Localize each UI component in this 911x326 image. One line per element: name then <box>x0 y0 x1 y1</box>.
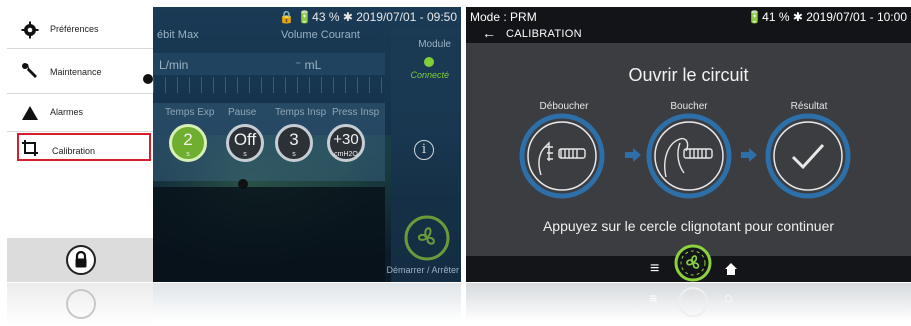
lock-icon <box>143 74 153 84</box>
bottom-bar: ≡ <box>466 244 911 282</box>
menu-item-alarmes[interactable]: Alarmes <box>7 94 153 132</box>
fan-start-button[interactable] <box>674 244 712 282</box>
knob-value: 3 <box>289 130 299 149</box>
menu-item-maintenance[interactable]: Maintenance <box>7 50 153 94</box>
menu-item-calibration[interactable]: Calibration <box>17 133 151 161</box>
instruction-title: Ouvrir le circuit <box>628 65 749 85</box>
reflection-fan-icon <box>678 287 708 317</box>
pressure-ruler <box>153 77 385 93</box>
graph-panel <box>153 187 385 282</box>
volume-unit: ⁻ mL <box>295 58 322 72</box>
start-stop-fan-button[interactable] <box>403 214 451 262</box>
status-text: 🔋41 % ✱ 2019/07/01 - 10:00 <box>747 10 907 24</box>
volume-courant-label: Volume Courant <box>281 29 360 41</box>
start-stop-label: Démarrer / Arrêter <box>386 265 459 275</box>
mode-label: Mode : PRM <box>470 10 537 24</box>
knob-pause[interactable]: Off s <box>226 124 264 162</box>
arrow-right-icon <box>741 148 757 162</box>
side-drawer: Préférences Maintenance Alarmes Calibrat… <box>7 7 153 282</box>
knob-value: Off <box>233 130 257 149</box>
main-screen: 🔒 🔋43 % ✱ 2019/07/01 - 09:50 ébit Max Vo… <box>7 7 461 282</box>
module-status-dot <box>424 57 434 67</box>
reflection-menu-icon: ≡ <box>649 290 658 306</box>
arrow-right-icon <box>625 148 641 162</box>
padlock-icon <box>75 250 87 268</box>
menu-item-label: Maintenance <box>50 67 102 77</box>
knob-unit: s <box>243 151 247 158</box>
knob-temps-insp[interactable]: 3 s <box>275 124 313 162</box>
gear-icon <box>21 21 39 39</box>
left-reflection <box>7 283 461 326</box>
menu-icon[interactable]: ≡ <box>650 260 659 278</box>
param-label-pause: Pause <box>228 107 257 118</box>
step-deboucher-button[interactable] <box>519 113 605 199</box>
crop-icon <box>22 140 38 156</box>
status-bar: 🔒 🔋43 % ✱ 2019/07/01 - 09:50 <box>153 7 461 27</box>
drawer-footer <box>7 238 153 282</box>
param-label-temps-insp: Temps Insp <box>275 107 327 118</box>
knob-unit: s <box>186 151 190 158</box>
measure-row: L/min ⁻ mL <box>153 53 385 75</box>
knob-value: 2 <box>183 130 193 149</box>
step-label-deboucher: Déboucher <box>539 101 589 112</box>
knob-value: +30 <box>333 131 359 148</box>
module-status: Connecté <box>410 70 449 80</box>
flow-unit: L/min <box>159 58 189 72</box>
step-label-resultat: Résultat <box>790 101 828 112</box>
home-icon[interactable] <box>724 262 738 276</box>
info-icon[interactable]: i <box>414 140 434 160</box>
block-circuit-hand-icon <box>664 137 713 178</box>
checkmark-icon <box>791 143 825 170</box>
wrench-icon <box>22 63 37 78</box>
measure-header: ébit Max Volume Courant <box>153 29 391 43</box>
param-label-press-insp: Press Insp <box>332 107 380 118</box>
knob-unit: cmH2O <box>334 151 358 158</box>
warning-triangle-icon <box>22 106 38 120</box>
module-label: Module <box>418 39 451 50</box>
reflection-lock-icon <box>66 289 96 319</box>
hint-text: Appuyez sur le cercle clignotant pour co… <box>542 218 835 234</box>
step-resultat-button[interactable] <box>765 113 851 199</box>
knob-unit: s <box>292 151 296 158</box>
menu-item-label: Préférences <box>50 24 99 34</box>
knob-temps-exp[interactable]: 2 s <box>169 124 207 162</box>
status-text: 🔒 🔋43 % ✱ 2019/07/01 - 09:50 <box>278 10 457 24</box>
knob-press-insp[interactable]: +30 cmH2O <box>327 124 365 162</box>
lock-button[interactable] <box>66 245 96 275</box>
calibration-screen: Mode : PRM 🔋41 % ✱ 2019/07/01 - 10:00 ← … <box>466 7 911 282</box>
menu-item-label: Alarmes <box>50 107 84 117</box>
back-arrow-icon[interactable]: ← <box>482 26 496 40</box>
open-circuit-hand-icon <box>538 141 586 176</box>
debit-max-label: ébit Max <box>157 29 199 41</box>
menu-item-label: Calibration <box>52 146 96 156</box>
menu-item-preferences[interactable]: Préférences <box>7 11 153 49</box>
param-label-temps-exp: Temps Exp <box>165 107 215 118</box>
step-label-boucher: Boucher <box>670 101 708 112</box>
right-reflection: ≡ ⌂ <box>466 283 911 326</box>
page-title: CALIBRATION <box>506 28 582 40</box>
step-boucher-button[interactable] <box>646 113 732 199</box>
top-bar: Mode : PRM 🔋41 % ✱ 2019/07/01 - 10:00 ← … <box>466 7 911 43</box>
reflection-home-icon: ⌂ <box>724 289 733 305</box>
reflection-drawer <box>7 283 153 326</box>
